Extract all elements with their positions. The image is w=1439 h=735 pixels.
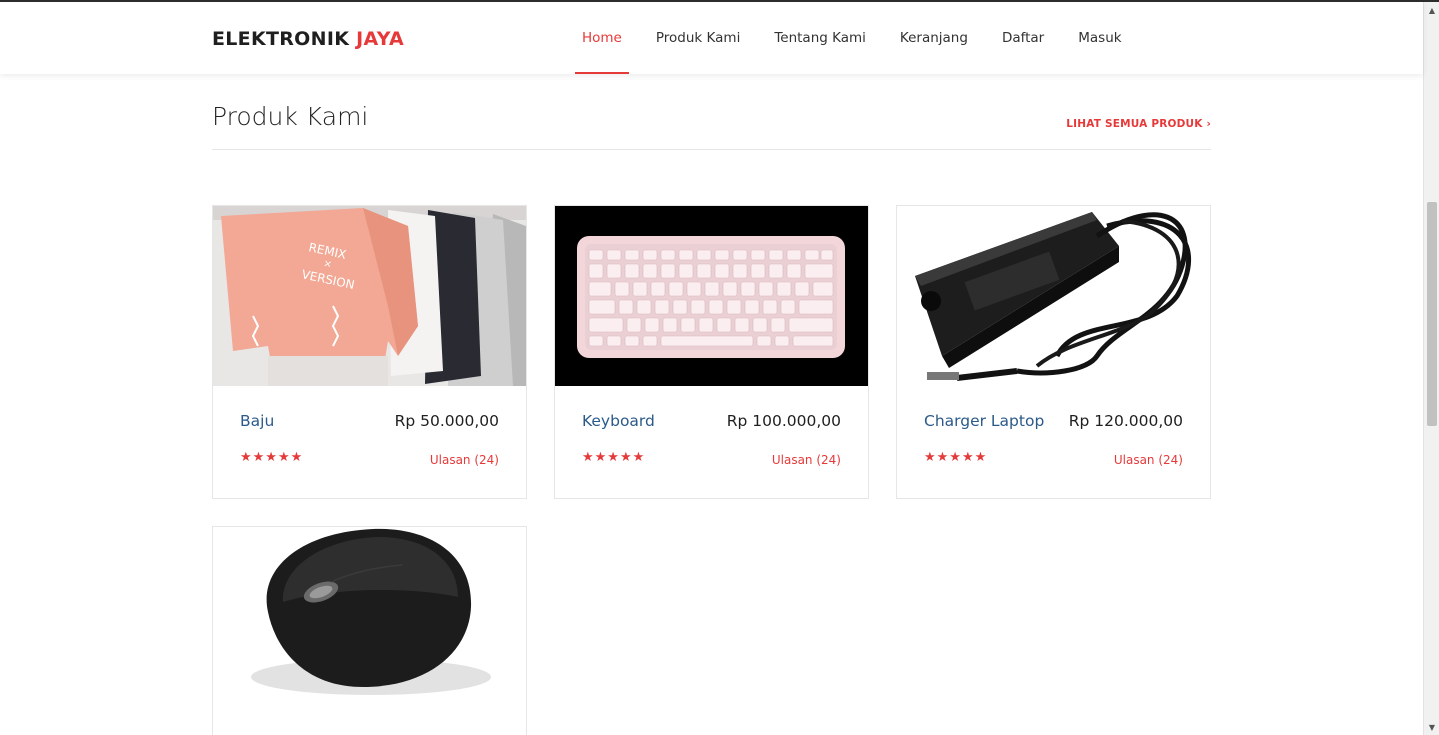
product-image-charger[interactable] bbox=[897, 206, 1210, 386]
scrollbar-thumb[interactable] bbox=[1427, 202, 1437, 426]
shirts-photo: REMIX × VERSION bbox=[213, 206, 526, 386]
chevron-right-icon: › bbox=[1206, 118, 1211, 130]
product-reviews-link[interactable]: Ulasan (24) bbox=[772, 453, 841, 467]
brand-name-accent: JAYA bbox=[356, 28, 404, 50]
pink-keyboard-photo bbox=[555, 206, 868, 386]
product-image-keyboard[interactable] bbox=[555, 206, 868, 386]
star-rating-icon: ★★★★★ bbox=[582, 450, 646, 465]
nav-item-daftar[interactable]: Daftar bbox=[995, 2, 1051, 74]
laptop-charger-photo bbox=[897, 206, 1210, 386]
nav-item-home[interactable]: Home bbox=[575, 2, 629, 74]
nav-item-tentang-kami[interactable]: Tentang Kami bbox=[767, 2, 873, 74]
product-image-shirts[interactable]: REMIX × VERSION bbox=[213, 206, 526, 386]
mouse-photo bbox=[213, 527, 526, 707]
brand-name-main: ELEKTRONIK bbox=[212, 28, 350, 50]
product-reviews-link[interactable]: Ulasan (24) bbox=[1114, 453, 1183, 467]
star-rating-icon: ★★★★★ bbox=[240, 450, 304, 465]
brand-logo[interactable]: ELEKTRONIK JAYA bbox=[212, 28, 404, 50]
nav-item-produk-kami[interactable]: Produk Kami bbox=[649, 2, 747, 74]
nav-item-keranjang[interactable]: Keranjang bbox=[893, 2, 975, 74]
section-divider bbox=[212, 149, 1211, 150]
star-rating-icon: ★★★★★ bbox=[924, 450, 988, 465]
scroll-up-icon[interactable]: ▲ bbox=[1424, 4, 1439, 18]
product-reviews-link[interactable]: Ulasan (24) bbox=[430, 453, 499, 467]
product-card-mouse[interactable] bbox=[212, 526, 527, 735]
page-scrollbar[interactable]: ▲ ▼ bbox=[1423, 2, 1439, 735]
see-all-label: LIHAT SEMUA PRODUK bbox=[1066, 118, 1203, 130]
product-price: Rp 50.000,00 bbox=[394, 412, 499, 430]
product-card-charger-laptop[interactable]: Charger Laptop Rp 120.000,00 ★★★★★ Ulasa… bbox=[896, 205, 1211, 499]
product-name[interactable]: Baju bbox=[240, 412, 274, 430]
product-card-baju[interactable]: REMIX × VERSION Baju Rp 50.000,00 ★★★★★ … bbox=[212, 205, 527, 499]
product-card-keyboard[interactable]: Keyboard Rp 100.000,00 ★★★★★ Ulasan (24) bbox=[554, 205, 869, 499]
product-image-mouse[interactable] bbox=[213, 527, 526, 707]
scroll-down-icon[interactable]: ▼ bbox=[1424, 721, 1439, 735]
product-price: Rp 120.000,00 bbox=[1068, 412, 1183, 430]
product-name[interactable]: Keyboard bbox=[582, 412, 655, 430]
nav-item-masuk[interactable]: Masuk bbox=[1071, 2, 1128, 74]
product-price: Rp 100.000,00 bbox=[726, 412, 841, 430]
section-title: Produk Kami bbox=[212, 102, 369, 131]
site-header: ELEKTRONIK JAYA Home Produk Kami Tentang… bbox=[0, 2, 1423, 74]
see-all-products-link[interactable]: LIHAT SEMUA PRODUK › bbox=[1066, 118, 1211, 130]
product-name[interactable]: Charger Laptop bbox=[924, 412, 1044, 430]
main-nav: Home Produk Kami Tentang Kami Keranjang … bbox=[575, 2, 1129, 74]
